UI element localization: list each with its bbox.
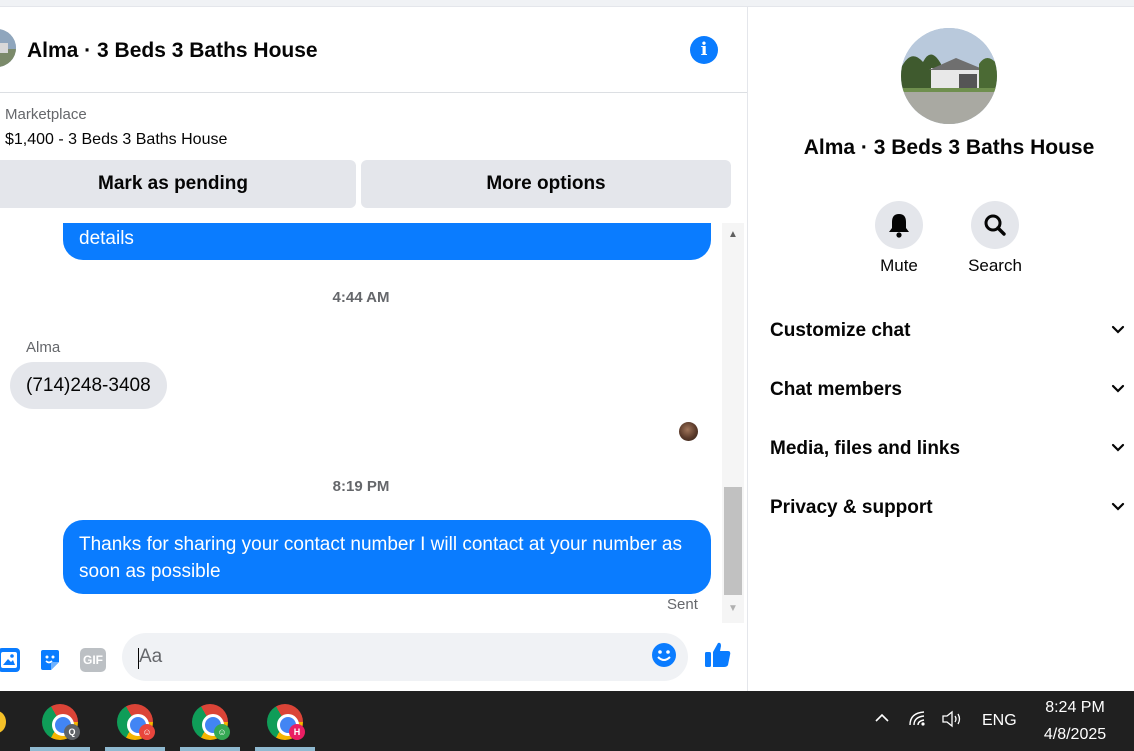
active-indicator [255, 747, 315, 751]
message-timestamp: 4:44 AM [332, 289, 390, 306]
message-timestamp: 8:19 PM [332, 478, 390, 495]
clock-date[interactable]: 4/8/2025 [1020, 726, 1130, 744]
chevron-down-icon [1111, 325, 1125, 334]
message-scrollbar[interactable]: ▲ ▼ [722, 223, 744, 623]
taskbar-chrome-profile-2[interactable]: ☺ [105, 691, 165, 751]
sender-name: Alma [26, 339, 61, 356]
conversation-details-panel: Alma · 3 Beds 3 Baths House Mute Search … [749, 7, 1134, 691]
marketplace-label: Marketplace [5, 106, 87, 123]
thumbs-up-icon[interactable] [703, 640, 733, 670]
chat-title[interactable]: Alma · 3 Beds 3 Baths House [27, 39, 318, 63]
message-composer: GIF Aa [0, 631, 748, 691]
mark-as-pending-button[interactable]: Mark as pending [0, 160, 356, 208]
search-label: Search [968, 256, 1022, 275]
sent-status: Sent [667, 596, 698, 613]
chevron-up-icon[interactable] [873, 709, 891, 732]
section-label: Privacy & support [770, 497, 933, 518]
sticker-icon[interactable] [38, 648, 62, 672]
chevron-down-icon [1111, 384, 1125, 393]
search-button[interactable]: Search [955, 201, 1035, 276]
listing-title[interactable]: $1,400 - 3 Beds 3 Baths House [5, 131, 227, 149]
photo-icon[interactable] [0, 648, 20, 672]
search-icon [984, 214, 1006, 236]
taskbar: Q ☺ ☺ H ENG 8:24 PM 4/8/2025 [0, 691, 1134, 751]
language-indicator[interactable]: ENG [982, 712, 1017, 730]
listing-avatar[interactable] [901, 28, 997, 124]
active-indicator [180, 747, 240, 751]
avatar[interactable] [0, 29, 16, 67]
more-options-button[interactable]: More options [361, 160, 731, 208]
window-top-edge [0, 0, 1134, 7]
section-media-files-links[interactable]: Media, files and links [770, 434, 1130, 464]
section-label: Chat members [770, 379, 902, 400]
message-bubble-incoming[interactable]: (714)248-3408 [10, 362, 167, 409]
taskbar-chrome-profile-4[interactable]: H [255, 691, 315, 751]
taskbar-chrome-profile-3[interactable]: ☺ [180, 691, 240, 751]
emoji-icon[interactable] [651, 642, 677, 668]
message-input-placeholder[interactable]: Aa [139, 646, 162, 668]
seen-avatar [679, 422, 698, 441]
volume-icon[interactable] [940, 709, 964, 734]
clock-time[interactable]: 8:24 PM [1020, 699, 1130, 717]
taskbar-app-icon[interactable] [0, 711, 6, 733]
scrollbar-thumb[interactable] [724, 487, 742, 595]
section-privacy-support[interactable]: Privacy & support [770, 493, 1130, 523]
mute-button-circle [875, 201, 923, 249]
scroll-down-arrow-icon[interactable]: ▼ [722, 603, 744, 614]
message-bubble-outgoing[interactable]: Thanks for sharing your contact number I… [63, 520, 711, 594]
info-icon[interactable]: i [690, 36, 718, 64]
scroll-up-arrow-icon[interactable]: ▲ [722, 229, 744, 240]
gif-icon[interactable]: GIF [80, 648, 106, 672]
search-button-circle [971, 201, 1019, 249]
profile-badge: Q [64, 724, 80, 740]
chevron-down-icon [1111, 443, 1125, 452]
taskbar-chrome-profile-1[interactable]: Q [30, 691, 90, 751]
section-label: Customize chat [770, 320, 911, 341]
active-indicator [30, 747, 90, 751]
section-customize-chat[interactable]: Customize chat [770, 316, 1130, 346]
section-label: Media, files and links [770, 438, 961, 459]
wifi-icon[interactable] [908, 709, 930, 734]
message-input[interactable] [122, 633, 688, 681]
bell-icon [889, 214, 909, 238]
message-bubble-outgoing[interactable]: details [63, 223, 711, 260]
mute-label: Mute [880, 256, 918, 275]
chat-panel: Alma · 3 Beds 3 Baths House i Marketplac… [0, 7, 748, 691]
mute-button[interactable]: Mute [859, 201, 939, 276]
message-list[interactable]: details 4:44 AM Alma (714)248-3408 8:19 … [0, 223, 722, 631]
section-chat-members[interactable]: Chat members [770, 375, 1130, 405]
active-indicator [105, 747, 165, 751]
details-title: Alma · 3 Beds 3 Baths House [803, 136, 1095, 159]
chevron-down-icon [1111, 502, 1125, 511]
profile-badge: H [289, 724, 305, 740]
chat-header: Alma · 3 Beds 3 Baths House i [0, 7, 747, 93]
marketplace-listing: Marketplace $1,400 - 3 Beds 3 Baths Hous… [0, 94, 747, 223]
profile-badge: ☺ [214, 724, 230, 740]
profile-badge: ☺ [139, 724, 155, 740]
